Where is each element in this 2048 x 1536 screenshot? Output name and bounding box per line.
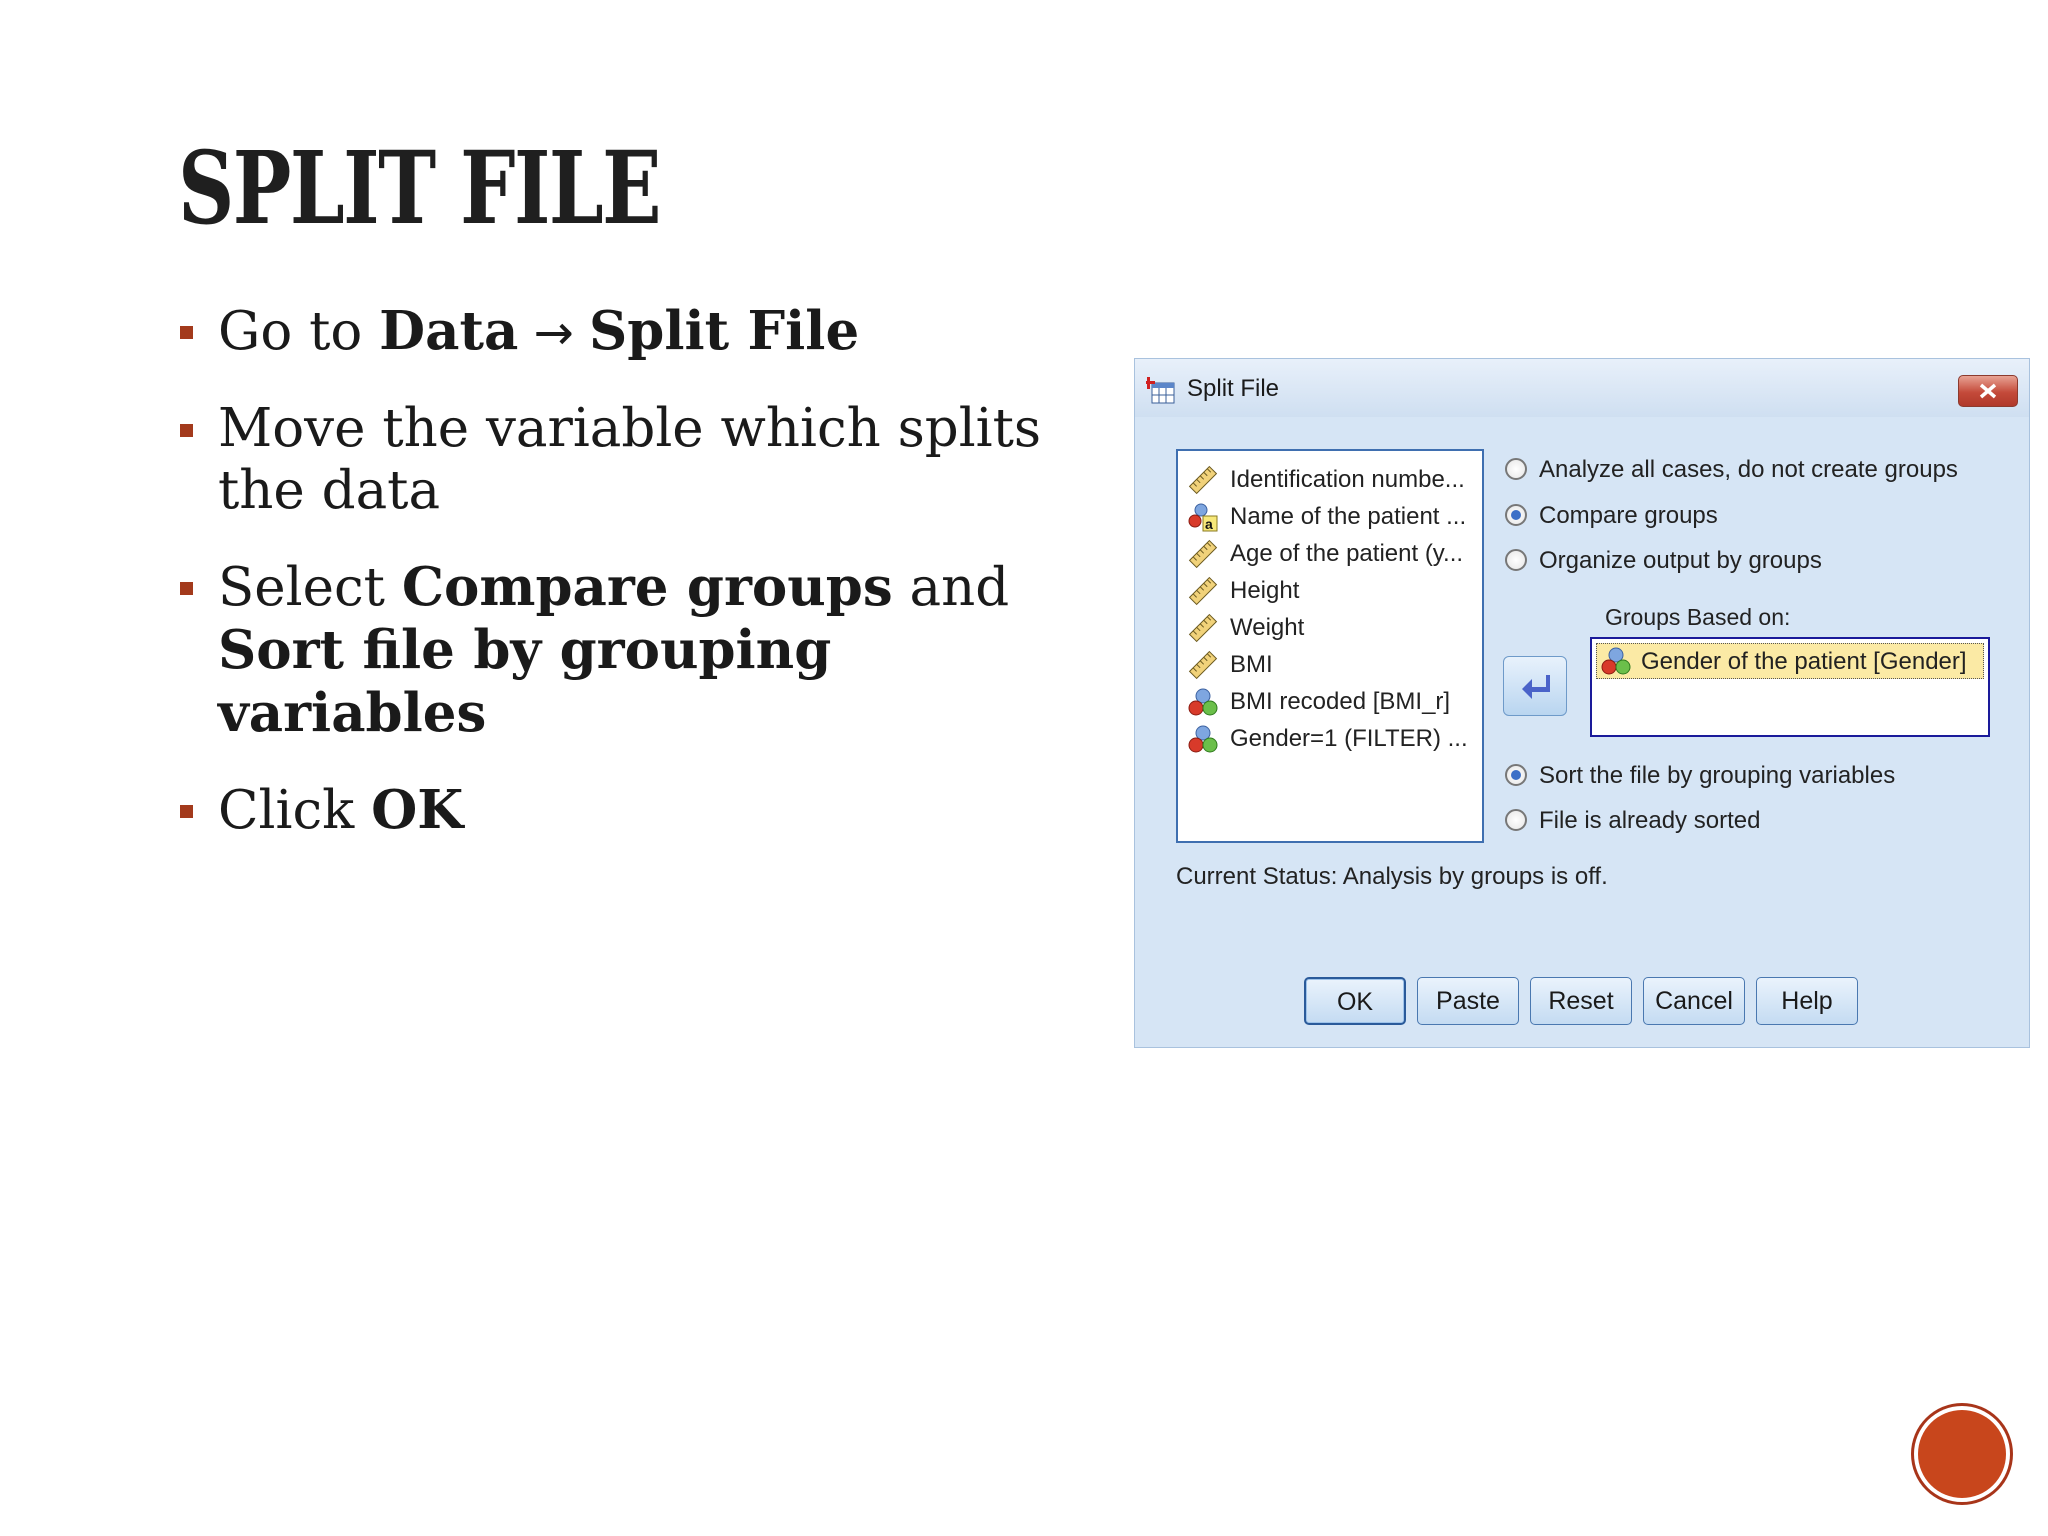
variable-label: Name of the patient ... [1230, 503, 1467, 530]
move-variable-button[interactable] [1503, 656, 1567, 716]
bullet-run: Compare groups [401, 556, 893, 618]
bullet-list: Go to Data → Split File Move the variabl… [178, 300, 1098, 876]
ruler-icon [1188, 613, 1218, 643]
current-status-text: Current Status: Analysis by groups is of… [1176, 863, 1608, 890]
bullet-text: Go to Data → Split File [218, 300, 860, 362]
variable-label: Height [1230, 577, 1300, 604]
split-file-dialog: Split File Identification numbe... a Name … [1134, 358, 2030, 1048]
variable-list-item[interactable]: Height [1188, 574, 1478, 608]
bullet-run: Sort file by grouping variables [218, 619, 832, 744]
variable-label: Identification numbe... [1230, 466, 1465, 493]
nominal-string-icon: a [1188, 502, 1218, 532]
radio-label: File is already sorted [1539, 807, 1761, 834]
bullet-marker [180, 424, 193, 437]
split-file-app-icon [1144, 375, 1176, 405]
radio-button[interactable] [1505, 458, 1527, 480]
bullet-run: Go to [218, 301, 380, 362]
radio-button[interactable] [1505, 764, 1527, 786]
bullet-run: Move the variable which splits the data [218, 398, 1042, 521]
radio-label: Sort the file by grouping variables [1539, 762, 1896, 789]
variable-list-item[interactable]: BMI recoded [BMI_r] [1188, 685, 1478, 719]
dialog-title: Split File [1187, 375, 1280, 402]
slide-title: SPLIT FILE [178, 129, 662, 247]
help-button[interactable]: Help [1756, 977, 1858, 1025]
close-icon [1979, 383, 1997, 399]
radio-button[interactable] [1505, 809, 1527, 831]
bullet-item: Click OK [178, 779, 1098, 842]
bullet-item: Go to Data → Split File [178, 300, 1098, 364]
nominal-icon [1188, 724, 1218, 754]
variable-label: BMI [1230, 651, 1273, 678]
variable-list-item[interactable]: BMI [1188, 648, 1478, 682]
groups-based-on-list[interactable]: Gender of the patient [Gender] [1590, 637, 1990, 737]
reset-button[interactable]: Reset [1530, 977, 1632, 1025]
cancel-button[interactable]: Cancel [1643, 977, 1745, 1025]
variable-list-item[interactable]: Age of the patient (y... [1188, 537, 1478, 571]
variable-list-item[interactable]: Gender=1 (FILTER) ... [1188, 722, 1478, 756]
bullet-run: Click [218, 780, 372, 841]
variable-list[interactable]: Identification numbe... a Name of the pati… [1176, 449, 1484, 843]
variable-list-item[interactable]: a Name of the patient ... [1188, 500, 1478, 534]
ruler-icon [1188, 465, 1218, 495]
bullet-item: Select Compare groups and Sort file by g… [178, 556, 1098, 745]
bullet-marker [180, 582, 193, 595]
radio-button[interactable] [1505, 504, 1527, 526]
ok-button[interactable]: OK [1304, 977, 1406, 1025]
group-variable-item[interactable]: Gender of the patient [Gender] [1596, 643, 1984, 679]
variable-label: BMI recoded [BMI_r] [1230, 688, 1451, 715]
bullet-run: Split File [589, 300, 860, 362]
bullet-text: Click OK [218, 779, 464, 841]
variable-list-item[interactable]: Identification numbe... [1188, 463, 1478, 497]
arrow-glyph: → [518, 305, 590, 361]
nominal-icon [1188, 687, 1218, 717]
svg-text:a: a [1205, 516, 1213, 532]
bullet-run: OK [371, 779, 464, 841]
radio-button[interactable] [1505, 549, 1527, 571]
radio-label: Analyze all cases, do not create groups [1539, 456, 1958, 483]
variable-label: Weight [1230, 614, 1305, 641]
dialog-titlebar[interactable]: Split File [1135, 359, 2029, 417]
arrow-left-icon [1522, 675, 1550, 699]
slide-corner-badge [1918, 1410, 2006, 1498]
variable-list-item[interactable]: Weight [1188, 611, 1478, 645]
groups-based-on-label: Groups Based on: [1605, 604, 1791, 630]
radio-label: Compare groups [1539, 502, 1718, 529]
bullet-marker [180, 326, 193, 339]
paste-button[interactable]: Paste [1417, 977, 1519, 1025]
ruler-icon [1188, 576, 1218, 606]
radio-label: Organize output by groups [1539, 547, 1822, 574]
nominal-icon [1601, 646, 1631, 676]
bullet-run: and [892, 557, 1010, 618]
bullet-run: Select [218, 557, 402, 618]
ruler-icon [1188, 650, 1218, 680]
bullet-item: Move the variable which splits the data [178, 398, 1098, 522]
variable-label: Gender=1 (FILTER) ... [1230, 725, 1468, 752]
bullet-run: Data [379, 300, 519, 362]
group-variable-label: Gender of the patient [Gender] [1641, 648, 1967, 675]
ruler-icon [1188, 539, 1218, 569]
close-button[interactable] [1958, 375, 2018, 407]
bullet-marker [180, 805, 193, 818]
bullet-text: Move the variable which splits the data [218, 398, 1041, 521]
bullet-text: Select Compare groups and Sort file by g… [218, 556, 1010, 744]
variable-label: Age of the patient (y... [1230, 540, 1464, 567]
